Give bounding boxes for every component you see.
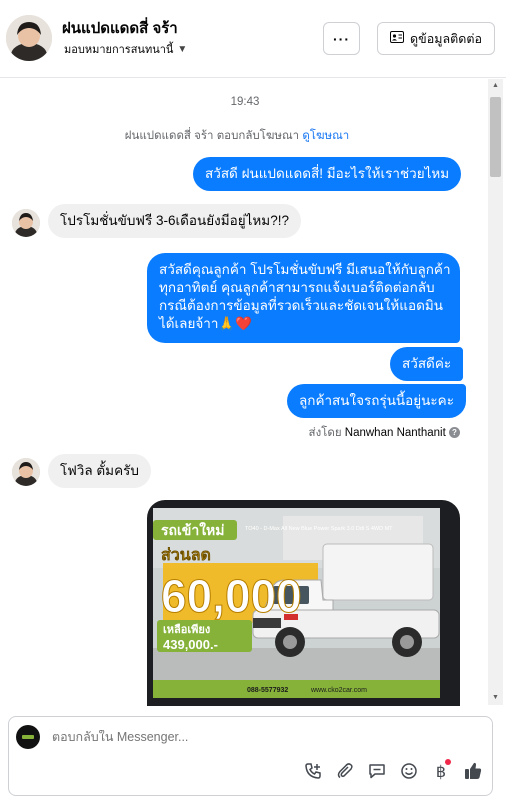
message-bubble-outgoing[interactable]: สวัสดีค่ะ <box>390 347 464 381</box>
contact-avatar-small[interactable] <box>12 458 40 486</box>
message-bubble-incoming[interactable]: โปรโมชั่นขับฟรี 3-6เดือนยังมีอยู่ไหม?!? <box>48 204 301 238</box>
ad-website: www.cko2car.com <box>310 687 367 694</box>
more-options-button[interactable]: ··· <box>323 22 360 55</box>
sent-by-label: ส่งโดย Nanwhan Nanthanit ? <box>270 424 460 442</box>
ad-headline: รถเข้าใหม่ <box>161 521 225 538</box>
saved-reply-icon[interactable] <box>365 759 389 783</box>
ad-model: TO40 - D-Max All New Blue Power Spark 3.… <box>245 526 393 532</box>
contact-info-label: ดูข้อมูลติดต่อ <box>410 31 482 46</box>
scroll-up-arrow-icon[interactable]: ▲ <box>488 81 503 91</box>
view-contact-info-button[interactable]: ดูข้อมูลติดต่อ <box>377 22 495 55</box>
message-text-line: สวัสดีคุณลูกค้า โปรโมชั่นขับฟรี มีเสนอให… <box>159 262 451 277</box>
message-text-line: ได้เลยจ้าา🙏❤️ <box>159 316 253 331</box>
assign-conversation-dropdown[interactable]: มอบหมายการสนทนานี้ ▼ <box>64 40 187 58</box>
assign-label: มอบหมายการสนทนานี้ <box>64 44 174 56</box>
composer-toolbar: ฿ <box>9 759 494 787</box>
info-icon[interactable]: ? <box>449 427 460 439</box>
message-bubble-outgoing[interactable]: ลูกค้าสนใจรถรุ่นนี้อยู่นะคะ <box>287 384 466 418</box>
like-icon[interactable] <box>461 759 485 783</box>
notification-dot <box>445 759 451 765</box>
attach-icon[interactable] <box>333 759 357 783</box>
reply-input[interactable] <box>52 730 352 744</box>
page-avatar <box>16 725 40 749</box>
ad-price-label: เหลือเพียง <box>163 623 210 636</box>
message-text: ลูกค้าสนใจรถรุ่นนี้อยู่นะคะ <box>299 393 454 408</box>
currency-icon[interactable]: ฿ <box>429 759 453 783</box>
ad-discount-value: 60,000 <box>161 570 302 622</box>
emoji-icon[interactable] <box>397 759 421 783</box>
caret-down-icon: ▼ <box>177 43 188 55</box>
contact-avatar[interactable] <box>6 15 52 61</box>
more-icon: ··· <box>333 30 350 47</box>
call-add-icon[interactable] <box>301 759 325 783</box>
ad-discount-label: ส่วนลด <box>161 547 211 564</box>
ad-banner-graphic: รถเข้าใหม่ TO40 - D-Max All New Blue Pow… <box>153 508 440 698</box>
message-text-line: ทุกอาทิตย์ คุณลูกค้าสามารถแจ้งเบอร์ติดต่… <box>159 280 435 295</box>
contact-name: ฝนแปดแดดสี่ จร้า <box>62 20 178 37</box>
message-text: โปรโมชั่นขับฟรี 3-6เดือนยังมีอยู่ไหม?!? <box>60 213 289 228</box>
sender-name: Nanwhan Nanthanit <box>344 427 446 439</box>
sent-by-prefix: ส่งโดย <box>308 427 342 439</box>
message-bubble-outgoing[interactable]: สวัสดีคุณลูกค้า โปรโมชั่นขับฟรี มีเสนอให… <box>147 253 460 343</box>
message-bubble-outgoing[interactable]: สวัสดี ฝนแปดแดดสี่! มีอะไรให้เราช่วยไหม <box>193 157 462 191</box>
view-ad-link[interactable]: ดูโฆษณา <box>302 130 349 142</box>
ad-price-value: 439,000.- <box>163 637 218 652</box>
message-text: สวัสดีค่ะ <box>402 356 452 371</box>
scroll-thumb[interactable] <box>490 97 501 177</box>
shared-ad-image[interactable]: รถเข้าใหม่ TO40 - D-Max All New Blue Pow… <box>147 500 460 706</box>
ad-reply-note: ฝนแปดแดดสี่ จร้า ตอบกลับโฆษณา ดูโฆษณา <box>0 127 474 145</box>
scroll-down-arrow-icon[interactable]: ▼ <box>488 693 503 703</box>
ad-phone: 088-5577932 <box>247 687 288 694</box>
ad-reply-text: ฝนแปดแดดสี่ จร้า ตอบกลับโฆษณา <box>124 130 300 142</box>
message-text-line: กรณีต้องการข้อมูลที่รวดเร็วและชัดเจนให้แ… <box>159 298 443 313</box>
conversation-header: ฝนแปดแดดสี่ จร้า มอบหมายการสนทนานี้ ▼ ··… <box>0 0 506 78</box>
reply-composer: ฿ <box>8 716 493 796</box>
contact-avatar-small[interactable] <box>12 209 40 237</box>
message-bubble-incoming[interactable]: โฟวิล ตั้มครับ <box>48 454 151 488</box>
thread-scrollbar[interactable]: ▲ ▼ <box>488 79 503 705</box>
message-timestamp: 19:43 <box>230 96 260 108</box>
message-text: สวัสดี ฝนแปดแดดสี่! มีอะไรให้เราช่วยไหม <box>205 166 450 181</box>
ad-banner: รถเข้าใหม่ TO40 - D-Max All New Blue Pow… <box>153 508 440 698</box>
message-text: โฟวิล ตั้มครับ <box>60 463 139 478</box>
contact-card-icon <box>390 31 405 46</box>
